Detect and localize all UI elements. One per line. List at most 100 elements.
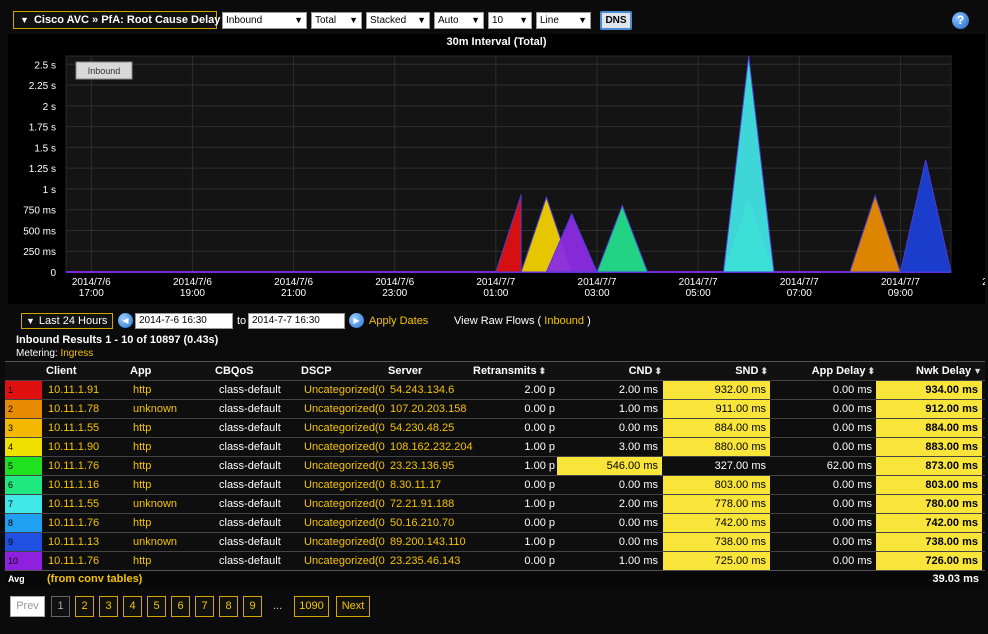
client-cell[interactable]: 10.11.1.55	[48, 419, 128, 437]
page-1-button[interactable]: 1	[51, 596, 70, 617]
chart-type-select[interactable]: Line ▼	[536, 12, 591, 29]
app-cell[interactable]: http	[133, 476, 213, 494]
prev-page-button[interactable]: Prev	[10, 596, 45, 617]
raw-flows-link[interactable]: Inbound	[544, 315, 584, 327]
dscp-cell[interactable]: Uncategorized(0	[304, 438, 386, 456]
app-cell[interactable]: http	[133, 381, 213, 399]
server-cell[interactable]: 8.30.11.17	[390, 476, 495, 494]
report-title-menu[interactable]: ▼ Cisco AVC » PfA: Root Cause Delay	[13, 11, 220, 29]
results-table: Client App CBQoS DSCP Server Retransmits…	[5, 361, 985, 588]
dscp-cell[interactable]: Uncategorized(0	[304, 552, 386, 570]
dscp-cell[interactable]: Uncategorized(0	[304, 476, 386, 494]
table-row[interactable]: 2 10.11.1.78 unknown class-default Uncategor…	[5, 399, 985, 418]
aggregation-select[interactable]: Total ▼	[311, 12, 362, 29]
server-cell[interactable]: 54.243.134.6	[390, 381, 495, 399]
apply-dates-link[interactable]: Apply Dates	[369, 315, 428, 327]
page-8-button[interactable]: 8	[219, 596, 238, 617]
table-row[interactable]: 1 10.11.1.91 http class-default Uncategorize…	[5, 380, 985, 399]
dscp-cell[interactable]: Uncategorized(0	[304, 457, 386, 475]
page-3-button[interactable]: 3	[99, 596, 118, 617]
client-cell[interactable]: 10.11.1.76	[48, 457, 128, 475]
col-cbqos[interactable]: CBQoS	[215, 365, 254, 377]
next-page-button[interactable]: Next	[336, 596, 370, 617]
app-cell[interactable]: unknown	[133, 495, 213, 513]
table-row[interactable]: 4 10.11.1.90 http class-default Uncategorize…	[5, 437, 985, 456]
col-app[interactable]: App	[130, 365, 151, 377]
cbqos-cell: class-default	[219, 517, 281, 529]
col-server[interactable]: Server	[388, 365, 422, 377]
previous-period-icon[interactable]: ◀	[118, 313, 133, 328]
page-9-button[interactable]: 9	[243, 596, 262, 617]
time-range-menu[interactable]: ▼ Last 24 Hours	[21, 313, 113, 329]
scale-select[interactable]: Auto ▼	[434, 12, 484, 29]
page-6-button[interactable]: 6	[171, 596, 190, 617]
x-tick-label: 05:00	[686, 288, 711, 299]
to-date-input[interactable]: 2014-7-7 16:30	[248, 313, 345, 329]
server-cell[interactable]: 89.200.143.110	[390, 533, 495, 551]
dscp-cell[interactable]: Uncategorized(0	[304, 514, 386, 532]
avg-label: Avg	[8, 574, 25, 584]
dscp-cell[interactable]: Uncategorized(0	[304, 495, 386, 513]
server-cell[interactable]: 108.162.232.204	[390, 438, 495, 456]
help-icon[interactable]: ?	[952, 12, 969, 29]
cbqos-cell: class-default	[219, 384, 281, 396]
app-cell[interactable]: http	[133, 419, 213, 437]
page-5-button[interactable]: 5	[147, 596, 166, 617]
app-cell[interactable]: http	[133, 457, 213, 475]
col-app-delay[interactable]: App Delay ⬍	[775, 365, 875, 377]
app-cell[interactable]: unknown	[133, 400, 213, 418]
server-cell[interactable]: 23.235.46.143	[390, 552, 495, 570]
table-row[interactable]: 7 10.11.1.55 unknown class-default Uncategor…	[5, 494, 985, 513]
server-cell[interactable]: 72.21.91.188	[390, 495, 495, 513]
client-cell[interactable]: 10.11.1.78	[48, 400, 128, 418]
server-cell[interactable]: 23.23.136.95	[390, 457, 495, 475]
client-cell[interactable]: 10.11.1.76	[48, 514, 128, 532]
server-cell[interactable]: 54.230.48.25	[390, 419, 495, 437]
cbqos-cell: class-default	[219, 403, 281, 415]
dscp-cell[interactable]: Uncategorized(0	[304, 381, 386, 399]
page-2-button[interactable]: 2	[75, 596, 94, 617]
client-cell[interactable]: 10.11.1.55	[48, 495, 128, 513]
dscp-cell[interactable]: Uncategorized(0	[304, 400, 386, 418]
col-snd[interactable]: SND ⬍	[668, 365, 768, 377]
next-period-icon[interactable]: ▶	[349, 313, 364, 328]
chart-mode-select[interactable]: Stacked ▼	[366, 12, 430, 29]
page-4-button[interactable]: 4	[123, 596, 142, 617]
col-retransmits[interactable]: Retransmits ⬍	[473, 365, 546, 377]
app-cell[interactable]: unknown	[133, 533, 213, 551]
table-row[interactable]: 9 10.11.1.13 unknown class-default Uncategor…	[5, 532, 985, 551]
count-select[interactable]: 10 ▼	[488, 12, 532, 29]
app-cell[interactable]: http	[133, 514, 213, 532]
dscp-cell[interactable]: Uncategorized(0	[304, 419, 386, 437]
client-cell[interactable]: 10.11.1.91	[48, 381, 128, 399]
server-cell[interactable]: 107.20.203.158	[390, 400, 495, 418]
page-7-button[interactable]: 7	[195, 596, 214, 617]
client-cell[interactable]: 10.11.1.13	[48, 533, 128, 551]
dscp-cell[interactable]: Uncategorized(0	[304, 533, 386, 551]
table-row[interactable]: 5 10.11.1.76 http class-default Uncategorize…	[5, 456, 985, 475]
client-cell[interactable]: 10.11.1.16	[48, 476, 128, 494]
y-tick-label: 1.75 s	[29, 123, 56, 134]
app-cell[interactable]: http	[133, 552, 213, 570]
page-last-button[interactable]: 1090	[294, 596, 329, 617]
x-tick-label: 2014/7/7	[679, 277, 718, 288]
table-row[interactable]: 6 10.11.1.16 http class-default Uncategorize…	[5, 475, 985, 494]
table-row[interactable]: 3 10.11.1.55 http class-default Uncategorize…	[5, 418, 985, 437]
direction-select[interactable]: Inbound ▼	[222, 12, 307, 29]
col-client[interactable]: Client	[46, 365, 77, 377]
col-nwk-delay[interactable]: Nwk Delay ▼	[876, 365, 982, 377]
col-dscp[interactable]: DSCP	[301, 365, 332, 377]
client-cell[interactable]: 10.11.1.90	[48, 438, 128, 456]
cnd-cell: 0.00 ms	[618, 479, 658, 491]
client-cell[interactable]: 10.11.1.76	[48, 552, 128, 570]
col-cnd[interactable]: CND ⬍	[560, 365, 662, 377]
table-row[interactable]: 8 10.11.1.76 http class-default Uncategorize…	[5, 513, 985, 532]
from-date-input[interactable]: 2014-7-6 16:30	[135, 313, 233, 329]
chart-panel: 30m Interval (Total) 0 250 ms 500 ms 750 ms…	[8, 34, 985, 304]
row-color-swatch: 6	[5, 476, 42, 494]
table-row[interactable]: 10 10.11.1.76 http class-default Uncategoriz…	[5, 551, 985, 570]
dns-button[interactable]: DNS	[600, 11, 632, 30]
server-cell[interactable]: 50.16.210.70	[390, 514, 495, 532]
cbqos-cell: class-default	[219, 498, 281, 510]
app-cell[interactable]: http	[133, 438, 213, 456]
